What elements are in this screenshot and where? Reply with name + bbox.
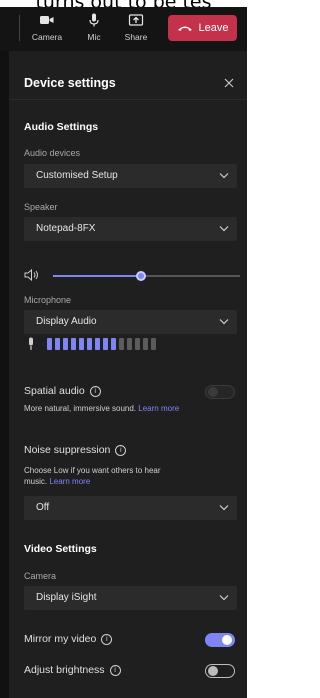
toggle-knob [222, 635, 232, 645]
audio-devices-value: Customised Setup [36, 170, 118, 181]
microphone-dropdown[interactable]: Display Audio [24, 310, 237, 334]
share-label: Share [124, 32, 148, 42]
info-icon[interactable]: i [115, 445, 127, 456]
camera-label: Camera [31, 32, 63, 42]
noise-suppression-label: Noise suppression [24, 444, 111, 456]
camera-select-label: Camera [24, 571, 57, 581]
noise-suppression-value: Off [36, 502, 50, 513]
share-button[interactable]: Share [118, 12, 154, 46]
spatial-audio-label: Spatial audio [24, 385, 85, 397]
chevron-down-icon [219, 505, 229, 511]
mic-level-bar [71, 338, 76, 350]
mic-level-bar [119, 338, 124, 350]
audio-devices-dropdown[interactable]: Customised Setup [24, 164, 237, 188]
info-icon[interactable]: i [101, 634, 113, 645]
spatial-audio-row: Spatial audio i [24, 385, 101, 397]
speaker-volume-fill [53, 275, 141, 277]
leave-button[interactable]: Leave [168, 15, 237, 41]
toolbar-divider [19, 15, 20, 41]
spatial-learn-more-link[interactable]: Learn more [138, 404, 179, 413]
speaker-volume-thumb[interactable] [136, 271, 146, 281]
info-icon[interactable]: i [109, 665, 121, 676]
camera-icon [40, 16, 54, 24]
speaker-value: Notepad-8FX [36, 223, 96, 234]
camera-button[interactable]: Camera [29, 12, 65, 46]
noise-suppression-description: Choose Low if you want others to hear mu… [24, 465, 161, 487]
video-settings-heading: Video Settings [24, 543, 97, 555]
info-icon[interactable]: i [89, 386, 101, 397]
noise-learn-more-link[interactable]: Learn more [49, 477, 90, 486]
mic-level-bar [87, 338, 92, 350]
speaker-dropdown[interactable]: Notepad-8FX [24, 217, 237, 241]
audio-devices-label: Audio devices [24, 148, 81, 158]
noise-suppression-row: Noise suppression i [24, 444, 127, 456]
chevron-down-icon [219, 319, 229, 325]
noise-desc-line2: music. [24, 477, 48, 486]
speaker-volume-icon [24, 268, 38, 282]
toggle-knob [208, 387, 218, 397]
mic-level-bar [143, 338, 148, 350]
header-divider [9, 99, 247, 100]
device-settings-panel: Device settings Audio Settings Audio dev… [9, 51, 247, 698]
chevron-down-icon [219, 173, 229, 179]
mic-level-bar [47, 338, 52, 350]
mic-level-bar [111, 338, 116, 350]
mirror-video-label: Mirror my video [24, 633, 97, 645]
mic-level-bar [135, 338, 140, 350]
camera-value: Display iSight [36, 592, 97, 603]
microphone-level-meter [47, 338, 156, 350]
panel-title: Device settings [24, 76, 116, 90]
mic-level-bar [151, 338, 156, 350]
meeting-toolbar: Camera Mic Share Leave [0, 7, 247, 51]
speaker-volume-slider[interactable] [53, 271, 240, 281]
mic-button[interactable]: Mic [76, 12, 112, 46]
close-icon[interactable] [222, 76, 236, 90]
mirror-video-toggle[interactable] [205, 633, 235, 647]
spatial-audio-toggle[interactable] [205, 385, 235, 399]
audio-settings-heading: Audio Settings [24, 121, 99, 133]
mic-level-bar [95, 338, 100, 350]
spatial-audio-desc-text: More natural, immersive sound. [24, 404, 137, 413]
mic-level-bar [55, 338, 60, 350]
toggle-knob [208, 666, 218, 676]
meeting-window: Camera Mic Share Leave Device settings A… [0, 7, 247, 698]
hang-up-icon [177, 26, 192, 31]
chevron-down-icon [219, 226, 229, 232]
noise-desc-line1: Choose Low if you want others to hear [24, 466, 161, 475]
camera-dropdown[interactable]: Display iSight [24, 586, 237, 610]
microphone-label: Microphone [24, 295, 72, 305]
speaker-label: Speaker [24, 202, 58, 212]
mic-level-bar [79, 338, 84, 350]
microphone-value: Display Audio [36, 316, 97, 327]
adjust-brightness-toggle[interactable] [205, 664, 235, 678]
noise-suppression-dropdown[interactable]: Off [24, 496, 237, 520]
mic-level-bar [103, 338, 108, 350]
spatial-audio-description: More natural, immersive sound. Learn mor… [24, 403, 179, 414]
microphone-icon [89, 13, 99, 27]
mirror-video-row: Mirror my video i [24, 633, 113, 645]
mic-level-bar [63, 338, 68, 350]
microphone-level-icon [29, 337, 33, 350]
leave-label: Leave [198, 22, 229, 34]
share-icon [128, 14, 144, 26]
adjust-brightness-label: Adjust brightness [24, 664, 105, 676]
adjust-brightness-row: Adjust brightness i [24, 664, 121, 676]
mic-level-bar [127, 338, 132, 350]
mic-label: Mic [87, 32, 101, 42]
chevron-down-icon [219, 595, 229, 601]
